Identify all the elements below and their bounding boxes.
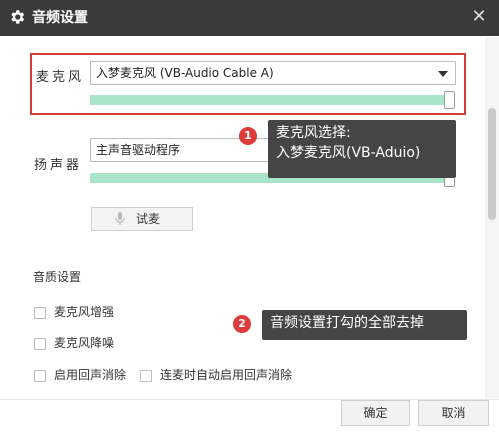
title-bar: 音频设置 ✕: [0, 0, 499, 36]
checkbox[interactable]: [34, 369, 46, 382]
close-icon[interactable]: ✕: [469, 7, 489, 27]
test-mic-label: 试麦: [136, 212, 161, 226]
microphone-selected-value: 入梦麦克风 (VB-Audio Cable A): [96, 66, 274, 80]
option-echo-cancellation[interactable]: 启用回声消除: [34, 367, 126, 383]
cancel-button[interactable]: 取消: [418, 400, 489, 426]
option-label: 麦克风增强: [54, 305, 115, 319]
microphone-select[interactable]: 入梦麦克风 (VB-Audio Cable A): [90, 61, 456, 85]
checkbox[interactable]: [34, 337, 46, 350]
quality-section-title: 音质设置: [33, 270, 82, 284]
annotation-badge-2: 2: [233, 315, 251, 333]
option-mic-noise-reduction[interactable]: 麦克风降噪: [34, 335, 114, 351]
microphone-level-meter: [90, 95, 444, 105]
speaker-label: 扬声器: [34, 158, 83, 173]
option-mic-boost[interactable]: 麦克风增强: [34, 304, 114, 320]
speaker-selected-value: 主声音驱动程序: [96, 143, 181, 157]
chevron-down-icon: [438, 71, 448, 77]
ok-button[interactable]: 确定: [341, 400, 410, 426]
annotation-1-line2: 入梦麦克风(VB-Aduio): [276, 145, 421, 161]
checkbox[interactable]: [34, 306, 46, 319]
annotation-1-line1: 麦克风选择:: [276, 125, 351, 141]
option-label: 麦克风降噪: [54, 336, 115, 350]
annotation-tooltip-2: 音频设置打勾的全部去掉: [262, 310, 467, 340]
microphone-volume-slider[interactable]: [444, 91, 455, 109]
microphone-label: 麦克风: [36, 70, 85, 85]
option-label: 连麦时自动启用回声消除: [160, 368, 293, 382]
microphone-icon: [115, 212, 125, 225]
annotation-tooltip-1: 麦克风选择: 入梦麦克风(VB-Aduio): [268, 120, 456, 178]
scrollbar-thumb[interactable]: [488, 108, 496, 220]
option-auto-echo-cancellation[interactable]: 连麦时自动启用回声消除: [140, 367, 292, 383]
option-label: 启用回声消除: [54, 368, 127, 382]
gear-icon: [11, 10, 25, 24]
test-mic-button[interactable]: 试麦: [91, 207, 193, 231]
annotation-badge-1: 1: [239, 127, 257, 145]
window-title: 音频设置: [32, 10, 88, 26]
checkbox[interactable]: [140, 369, 152, 382]
